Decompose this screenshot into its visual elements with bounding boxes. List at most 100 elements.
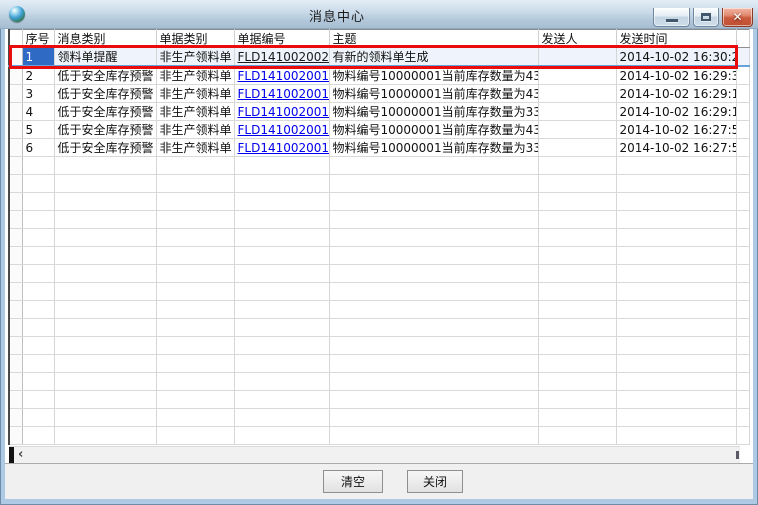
- empty-cell: [234, 337, 329, 355]
- docno-link[interactable]: FLD141002001: [238, 141, 330, 155]
- col-header-category[interactable]: 消息类别: [54, 30, 156, 48]
- table-row[interactable]: 6低于安全库存预警非生产领料单FLD141002001物料编号10000001当…: [9, 139, 749, 157]
- docno-link[interactable]: FLD141002001: [238, 105, 330, 119]
- table-row[interactable]: 1领料单提醒非生产领料单FLD141002002有新的领料单生成2014-10-…: [9, 48, 749, 67]
- empty-cell: [616, 391, 736, 409]
- empty-cell: [54, 337, 156, 355]
- empty-cell: [538, 319, 616, 337]
- empty-row: [9, 193, 749, 211]
- horizontal-scrollbar[interactable]: ‹: [9, 446, 740, 463]
- empty-cell: [54, 355, 156, 373]
- empty-cell: [736, 373, 749, 391]
- title-bar[interactable]: 消息中心 ✕: [0, 0, 758, 29]
- cell-doctype: 非生产领料单: [156, 85, 234, 103]
- close-button[interactable]: ✕: [722, 8, 753, 27]
- cell-senttime: 2014-10-02 16:27:55: [616, 121, 736, 139]
- col-header-senttime[interactable]: 发送时间: [616, 30, 736, 48]
- empty-cell: [616, 337, 736, 355]
- maximize-button[interactable]: [693, 8, 719, 27]
- empty-cell: [538, 337, 616, 355]
- empty-cell: [54, 301, 156, 319]
- row-selector-cell: [9, 193, 22, 211]
- close-dialog-button[interactable]: 关闭: [407, 470, 463, 493]
- col-header-subject[interactable]: 主题: [329, 30, 538, 48]
- empty-cell: [329, 301, 538, 319]
- empty-cell: [156, 301, 234, 319]
- empty-cell: [616, 265, 736, 283]
- col-header-doctype[interactable]: 单据类别: [156, 30, 234, 48]
- clear-button[interactable]: 清空: [323, 470, 383, 493]
- empty-cell: [538, 409, 616, 427]
- row-selector-cell[interactable]: [9, 121, 22, 139]
- cell-extra: [736, 103, 749, 121]
- empty-row: [9, 211, 749, 229]
- table-row[interactable]: 4低于安全库存预警非生产领料单FLD141002001物料编号10000001当…: [9, 103, 749, 121]
- cell-seq: 1: [22, 48, 54, 67]
- empty-cell: [616, 157, 736, 175]
- scrollbar-thumb[interactable]: [9, 447, 14, 463]
- empty-cell: [156, 337, 234, 355]
- empty-cell: [329, 247, 538, 265]
- empty-cell: [538, 283, 616, 301]
- row-selector-cell[interactable]: [9, 103, 22, 121]
- table-row[interactable]: 5低于安全库存预警非生产领料单FLD141002001物料编号10000001当…: [9, 121, 749, 139]
- empty-cell: [616, 373, 736, 391]
- cell-seq: 4: [22, 103, 54, 121]
- minimize-button[interactable]: [653, 8, 690, 27]
- col-header-docno[interactable]: 单据编号: [234, 30, 329, 48]
- row-selector-header: [9, 30, 22, 48]
- empty-cell: [538, 391, 616, 409]
- empty-cell: [736, 229, 749, 247]
- empty-cell: [54, 319, 156, 337]
- empty-cell: [616, 319, 736, 337]
- empty-cell: [22, 427, 54, 445]
- empty-row: [9, 157, 749, 175]
- message-center-window: 消息中心 ✕ 序号 消息类别 单据类别 单据编号 主题 发送人 发送时间: [0, 0, 758, 505]
- empty-cell: [156, 193, 234, 211]
- empty-cell: [54, 175, 156, 193]
- empty-row: [9, 229, 749, 247]
- empty-row: [9, 247, 749, 265]
- empty-cell: [22, 337, 54, 355]
- cell-senttime: 2014-10-02 16:27:55: [616, 139, 736, 157]
- row-selector-cell: [9, 229, 22, 247]
- close-icon: ✕: [732, 11, 742, 23]
- empty-cell: [736, 265, 749, 283]
- cell-seq: 6: [22, 139, 54, 157]
- empty-cell: [616, 211, 736, 229]
- empty-cell: [234, 175, 329, 193]
- empty-cell: [329, 229, 538, 247]
- empty-cell: [538, 247, 616, 265]
- empty-cell: [234, 301, 329, 319]
- cell-seq: 5: [22, 121, 54, 139]
- docno-link[interactable]: FLD141002001: [238, 123, 330, 137]
- scroll-left-icon[interactable]: ‹: [18, 447, 23, 463]
- empty-cell: [234, 247, 329, 265]
- cell-seq: 3: [22, 85, 54, 103]
- empty-cell: [156, 373, 234, 391]
- empty-cell: [616, 301, 736, 319]
- docno-link[interactable]: FLD141002001: [238, 69, 330, 83]
- table-row[interactable]: 2低于安全库存预警非生产领料单FLD141002001物料编号10000001当…: [9, 66, 749, 85]
- col-header-extra: [736, 30, 749, 48]
- scroll-right-icon[interactable]: [736, 451, 739, 459]
- empty-cell: [156, 319, 234, 337]
- empty-cell: [616, 193, 736, 211]
- cell-sender: [538, 66, 616, 85]
- window-title: 消息中心: [28, 6, 646, 25]
- table-row[interactable]: 3低于安全库存预警非生产领料单FLD141002001物料编号10000001当…: [9, 85, 749, 103]
- row-selector-cell[interactable]: [9, 66, 22, 85]
- empty-cell: [736, 157, 749, 175]
- row-selector-cell[interactable]: [9, 48, 22, 67]
- col-header-seq[interactable]: 序号: [22, 30, 54, 48]
- row-selector-cell: [9, 427, 22, 445]
- docno-link[interactable]: FLD141002002: [238, 50, 330, 64]
- row-selector-cell[interactable]: [9, 85, 22, 103]
- docno-link[interactable]: FLD141002001: [238, 87, 330, 101]
- empty-cell: [736, 193, 749, 211]
- empty-cell: [538, 229, 616, 247]
- col-header-sender[interactable]: 发送人: [538, 30, 616, 48]
- row-selector-cell[interactable]: [9, 139, 22, 157]
- empty-cell: [22, 319, 54, 337]
- empty-row: [9, 283, 749, 301]
